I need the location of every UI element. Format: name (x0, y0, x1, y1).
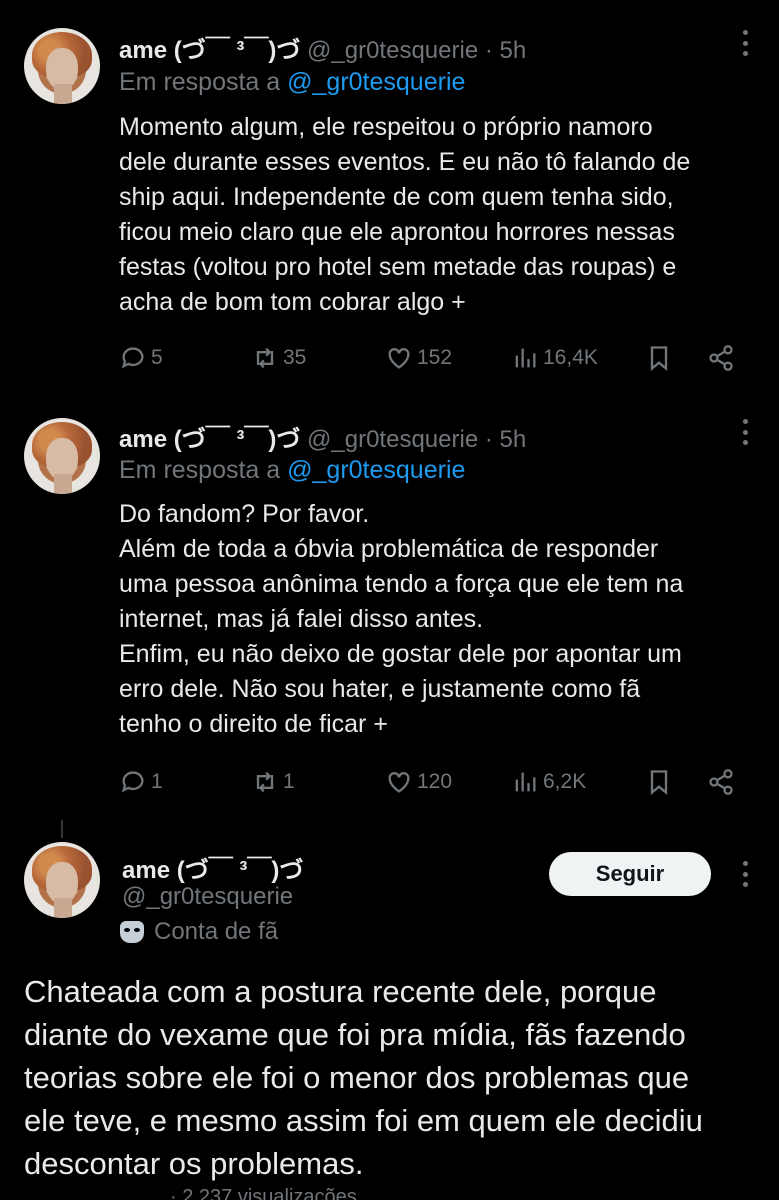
text-line: descontar os problemas. (24, 1146, 364, 1181)
reply-context: Em resposta a @_gr0tesquerie (119, 456, 465, 485)
text-line: tenho o direito de ficar + (119, 710, 388, 738)
text-line: diante do vexame que foi pra mídia, fãs … (24, 1017, 686, 1052)
share-button[interactable] (707, 762, 735, 802)
text-line: Chateada com a postura recente dele, por… (24, 974, 657, 1009)
reply-prefix: Em resposta a (119, 456, 281, 484)
fan-account-label: Conta de fã (120, 918, 278, 946)
repost-button[interactable]: 1 (251, 762, 295, 802)
repost-count: 1 (283, 770, 295, 793)
more-icon[interactable] (743, 419, 749, 445)
fan-mask-icon (120, 921, 144, 943)
share-icon (709, 769, 733, 795)
like-icon (388, 772, 410, 793)
avatar[interactable] (24, 418, 100, 494)
fan-label-text: Conta de fã (154, 918, 279, 945)
text-line: uma pessoa anônima tendo a força que ele… (119, 570, 684, 598)
reply-button[interactable]: 1 (119, 762, 163, 802)
follow-button[interactable]: Seguir (549, 852, 711, 896)
text-line: Além de toda a óbvia problemática de res… (119, 535, 659, 563)
timestamp[interactable]: 5h (500, 426, 527, 453)
reply-mention-link[interactable]: @_gr0tesquerie (287, 456, 465, 484)
like-count: 120 (417, 770, 453, 793)
action-bar: 1 1 120 6,2K (119, 762, 749, 802)
views-count: 6,2K (543, 770, 587, 793)
bookmark-icon (650, 770, 668, 795)
display-name[interactable]: ame (づ￣ ³￣)づ (119, 426, 300, 453)
reply-count: 1 (151, 770, 163, 793)
display-name[interactable]: ame (づ￣ ³￣)づ (122, 850, 303, 885)
like-button[interactable]: 120 (385, 762, 452, 802)
user-handle[interactable]: @_gr0tesquerie (122, 883, 293, 911)
tweet-meta-cutoff: · 2.237 visualizações (170, 1186, 357, 1200)
text-line: ele teve, e mesmo assim foi em quem ele … (24, 1103, 703, 1138)
views-icon (515, 772, 536, 792)
tweet-header: ame (づ￣ ³￣)づ @_gr0tesquerie · 5h (119, 419, 526, 454)
tweet-text: Chateada com a postura recente dele, por… (24, 970, 764, 1185)
repost-icon (256, 771, 274, 793)
more-icon[interactable] (743, 861, 749, 887)
text-line: teorias sobre ele foi o menor dos proble… (24, 1060, 690, 1095)
separator-dot: · (484, 426, 493, 453)
text-line: Do fandom? Por favor. (119, 500, 370, 528)
reply-icon (121, 771, 144, 793)
text-line: erro dele. Não sou hater, e justamente c… (119, 675, 641, 703)
bookmark-button[interactable] (645, 762, 673, 802)
text-line: Enfim, eu não deixo de gostar dele por a… (119, 640, 682, 668)
tweet-text: Do fandom? Por favor. Além de toda a óbv… (119, 497, 749, 742)
avatar[interactable] (24, 842, 100, 918)
user-handle[interactable]: @_gr0tesquerie (307, 426, 478, 453)
text-line: internet, mas já falei disso antes. (119, 605, 484, 633)
views-button[interactable]: 6,2K (511, 762, 586, 802)
thread-connector (61, 820, 63, 838)
tweet-2[interactable]: ame (づ￣ ³￣)づ @_gr0tesquerie · 5h Em resp… (0, 0, 779, 820)
